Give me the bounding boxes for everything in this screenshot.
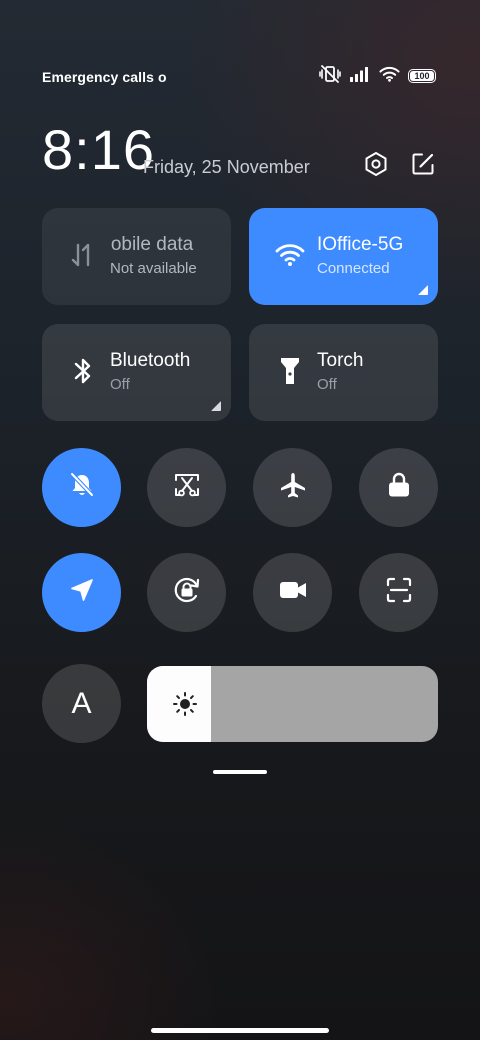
toggle-lock-screen[interactable] bbox=[359, 448, 438, 527]
toggle-silent[interactable] bbox=[42, 448, 121, 527]
vibrate-off-icon bbox=[319, 64, 341, 88]
lock-icon bbox=[385, 470, 413, 505]
status-carrier-text: Emergency calls only bbox=[42, 69, 166, 85]
silent-bell-icon bbox=[67, 470, 97, 505]
tile-torch-subtitle: Off bbox=[317, 376, 337, 393]
tile-torch[interactable]: Torch Off bbox=[249, 324, 438, 421]
auto-brightness-label: A bbox=[71, 686, 92, 720]
wifi-icon bbox=[275, 240, 305, 270]
airplane-icon bbox=[278, 470, 308, 505]
tile-bluetooth-subtitle: Off bbox=[110, 376, 130, 393]
tile-mobile-data-subtitle: Not available bbox=[110, 260, 197, 277]
sun-icon bbox=[172, 691, 198, 717]
battery-icon: 100 bbox=[408, 69, 436, 83]
tile-torch-title: Torch bbox=[317, 350, 364, 371]
wifi-icon bbox=[379, 66, 400, 87]
settings-hex-icon[interactable] bbox=[362, 150, 390, 178]
bluetooth-icon bbox=[68, 356, 98, 386]
panel-drag-handle[interactable] bbox=[213, 770, 267, 774]
rotation-lock-icon bbox=[171, 574, 203, 611]
signal-icon bbox=[349, 66, 371, 87]
battery-level-text: 100 bbox=[414, 71, 430, 81]
tile-mobile-data-title: Mobile data bbox=[110, 234, 194, 255]
tile-mobile-data[interactable]: Mobile data Not available bbox=[42, 208, 231, 305]
toggle-screenshot[interactable] bbox=[147, 448, 226, 527]
toggle-screen-recorder[interactable] bbox=[253, 553, 332, 632]
toggle-scanner[interactable] bbox=[359, 553, 438, 632]
video-camera-icon bbox=[277, 577, 309, 608]
location-arrow-icon bbox=[68, 576, 96, 609]
torch-icon bbox=[275, 356, 305, 386]
clock-time[interactable]: 8:16 bbox=[42, 118, 155, 182]
tile-wifi[interactable]: IOffice-5G Connected bbox=[249, 208, 438, 305]
edit-icon[interactable] bbox=[409, 150, 437, 178]
mobile-data-arrows-icon bbox=[68, 240, 98, 270]
tile-wifi-subtitle: Connected bbox=[317, 260, 390, 277]
screenshot-scissors-icon bbox=[172, 470, 202, 505]
clock-date[interactable]: Friday, 25 November bbox=[143, 156, 310, 178]
tile-bluetooth-expand-icon[interactable] bbox=[211, 401, 221, 411]
tile-wifi-expand-icon[interactable] bbox=[418, 285, 428, 295]
gesture-navigation-bar[interactable] bbox=[151, 1028, 329, 1033]
brightness-slider[interactable] bbox=[147, 666, 438, 742]
tile-wifi-title: IOffice-5G bbox=[317, 234, 404, 255]
scan-icon bbox=[384, 575, 414, 610]
tile-bluetooth[interactable]: Bluetooth Off bbox=[42, 324, 231, 421]
auto-brightness-button[interactable]: A bbox=[42, 664, 121, 743]
toggle-rotation-lock[interactable] bbox=[147, 553, 226, 632]
toggle-airplane[interactable] bbox=[253, 448, 332, 527]
toggle-location[interactable] bbox=[42, 553, 121, 632]
tile-bluetooth-title: Bluetooth bbox=[110, 350, 191, 371]
status-icons: 100 bbox=[319, 64, 436, 88]
